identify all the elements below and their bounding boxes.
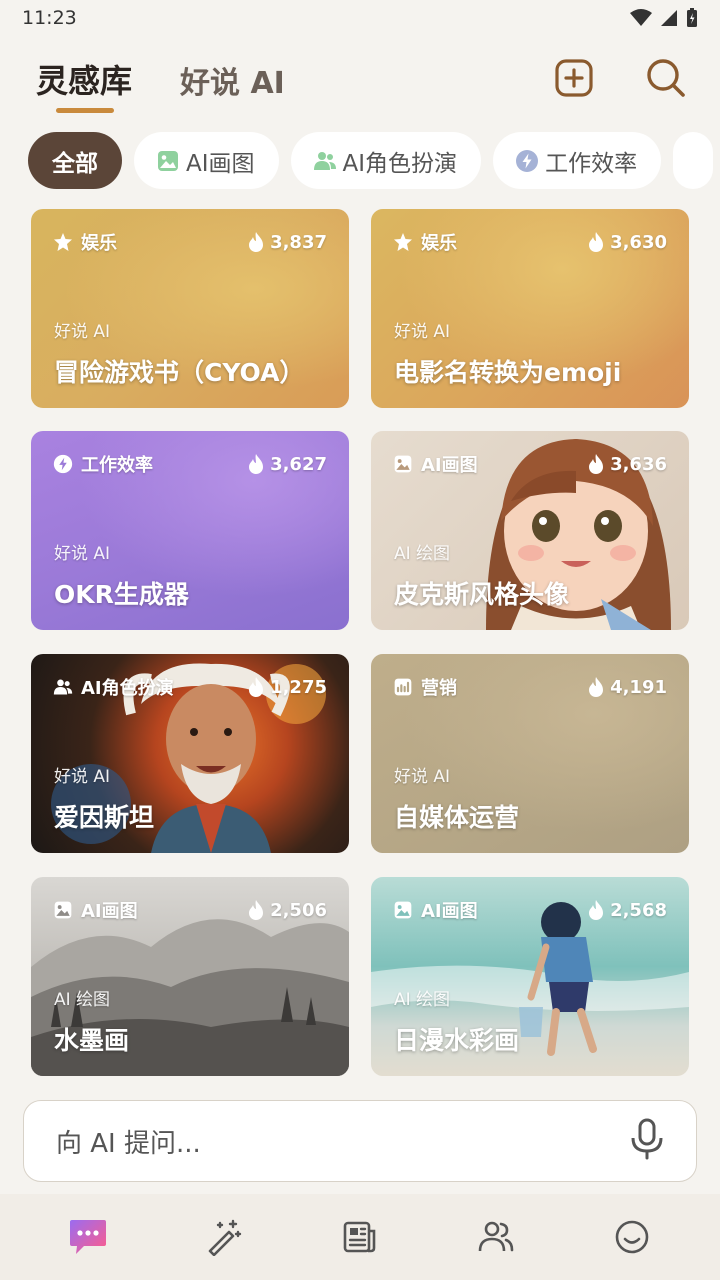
chip-ai-roleplay[interactable]: AI角色扮演 <box>290 132 482 189</box>
card-hot-count: 3,627 <box>270 453 327 475</box>
people-icon <box>313 149 337 173</box>
people-icon <box>53 679 73 695</box>
header: 灵感库 好说 AI <box>0 50 720 120</box>
card-media-operation[interactable]: 营销 4,191 好说 AI 自媒体运营 <box>371 654 689 853</box>
flame-icon <box>589 454 604 474</box>
flame-icon <box>249 900 264 920</box>
flame-icon <box>589 232 604 252</box>
search-icon <box>647 59 685 97</box>
image-icon <box>394 455 412 473</box>
card-title: 冒险游戏书（CYOA） <box>54 358 305 387</box>
battery-icon <box>687 8 697 27</box>
signal-icon <box>661 10 677 26</box>
microphone-icon <box>631 1118 663 1160</box>
card-source: 好说 AI <box>394 767 451 787</box>
card-title: 爱因斯坦 <box>54 803 155 832</box>
nav-news[interactable] <box>330 1207 390 1267</box>
card-source: 好说 AI <box>394 322 451 342</box>
chip-more[interactable] <box>673 132 714 189</box>
flame-icon <box>589 900 604 920</box>
chip-label: 工作效率 <box>545 150 638 177</box>
card-title: 自媒体运营 <box>394 803 520 832</box>
active-tab-indicator <box>56 108 114 113</box>
card-einstein[interactable]: AI角色扮演 1,275 好说 AI 爱因斯坦 <box>31 654 349 853</box>
card-title: OKR生成器 <box>54 580 189 609</box>
status-icons <box>630 8 698 28</box>
card-source: 好说 AI <box>54 322 111 342</box>
card-title: 水墨画 <box>54 1026 130 1055</box>
chat-icon <box>70 1220 106 1254</box>
card-tag: AI画图 <box>421 455 478 476</box>
chip-label: AI画图 <box>186 150 255 177</box>
card-tag: AI画图 <box>421 901 478 922</box>
card-tag: 营销 <box>421 678 457 699</box>
nav-chat[interactable] <box>58 1207 118 1267</box>
card-okr[interactable]: 工作效率 3,627 好说 AI OKR生成器 <box>31 431 349 630</box>
news-icon <box>343 1221 376 1253</box>
add-button[interactable] <box>552 56 596 100</box>
nav-community[interactable] <box>466 1207 526 1267</box>
chip-label: AI角色扮演 <box>342 150 458 177</box>
tab-haoshuo-ai[interactable]: 好说 AI <box>180 58 285 102</box>
status-time: 11:23 <box>22 7 77 29</box>
people-icon <box>478 1221 514 1252</box>
card-source: AI 绘图 <box>394 544 451 564</box>
card-tag: 娱乐 <box>81 233 117 254</box>
ask-ai-placeholder: 向 AI 提问... <box>56 1128 201 1159</box>
card-source: AI 绘图 <box>394 990 451 1010</box>
card-movie-emoji[interactable]: 娱乐 3,630 好说 AI 电影名转换为emoji <box>371 209 689 408</box>
card-hot-count: 3,837 <box>270 231 327 253</box>
card-title: 日漫水彩画 <box>394 1026 520 1055</box>
add-icon <box>555 59 593 97</box>
smile-icon <box>615 1220 649 1254</box>
card-hot-count: 2,568 <box>610 899 667 921</box>
card-hot-count: 2,506 <box>270 899 327 921</box>
card-source: AI 绘图 <box>54 990 111 1010</box>
flame-icon <box>249 677 264 697</box>
image-icon <box>156 149 180 173</box>
card-hot-count: 4,191 <box>610 676 667 698</box>
card-pixar-avatar[interactable]: AI画图 3,636 AI 绘图 皮克斯风格头像 <box>371 431 689 630</box>
card-source: 好说 AI <box>54 544 111 564</box>
wifi-icon <box>630 9 652 26</box>
bolt-icon <box>515 149 539 173</box>
card-hot-count: 3,630 <box>610 231 667 253</box>
chip-productivity[interactable]: 工作效率 <box>493 132 662 189</box>
flame-icon <box>249 232 264 252</box>
voice-input-button[interactable] <box>630 1118 664 1164</box>
card-source: 好说 AI <box>54 767 111 787</box>
card-anime-watercolor[interactable]: AI画图 2,568 AI 绘图 日漫水彩画 <box>371 877 689 1076</box>
status-bar: 11:23 <box>0 0 720 36</box>
star-icon <box>54 233 72 251</box>
card-tag: 娱乐 <box>421 233 457 254</box>
category-chips: 全部 AI画图 AI角色扮演 工作效率 <box>28 132 720 190</box>
image-icon <box>54 901 72 919</box>
card-ink-painting[interactable]: AI画图 2,506 AI 绘图 水墨画 <box>31 877 349 1076</box>
image-icon <box>394 901 412 919</box>
card-hot-count: 3,636 <box>610 453 667 475</box>
card-tag: AI画图 <box>81 901 138 922</box>
card-tag: 工作效率 <box>81 455 153 476</box>
magic-wand-icon <box>208 1219 242 1256</box>
flame-icon <box>249 454 264 474</box>
star-icon <box>394 233 412 251</box>
card-tag: AI角色扮演 <box>81 678 174 699</box>
tab-inspiration[interactable]: 灵感库 <box>36 56 132 102</box>
card-title: 皮克斯风格头像 <box>394 580 570 609</box>
chart-icon <box>394 678 412 696</box>
chip-all[interactable]: 全部 <box>28 132 122 189</box>
bolt-icon <box>53 454 73 474</box>
nav-profile[interactable] <box>602 1207 662 1267</box>
search-button[interactable] <box>644 56 688 100</box>
flame-icon <box>589 677 604 697</box>
chip-label: 全部 <box>52 150 98 177</box>
nav-create[interactable] <box>194 1207 254 1267</box>
card-cyoa[interactable]: 娱乐 3,837 好说 AI 冒险游戏书（CYOA） <box>31 209 349 408</box>
card-hot-count: 1,275 <box>270 676 327 698</box>
card-title: 电影名转换为emoji <box>394 358 622 387</box>
bottom-nav <box>0 1194 720 1280</box>
ask-ai-input[interactable]: 向 AI 提问... <box>23 1100 697 1182</box>
chip-ai-drawing[interactable]: AI画图 <box>134 132 279 189</box>
